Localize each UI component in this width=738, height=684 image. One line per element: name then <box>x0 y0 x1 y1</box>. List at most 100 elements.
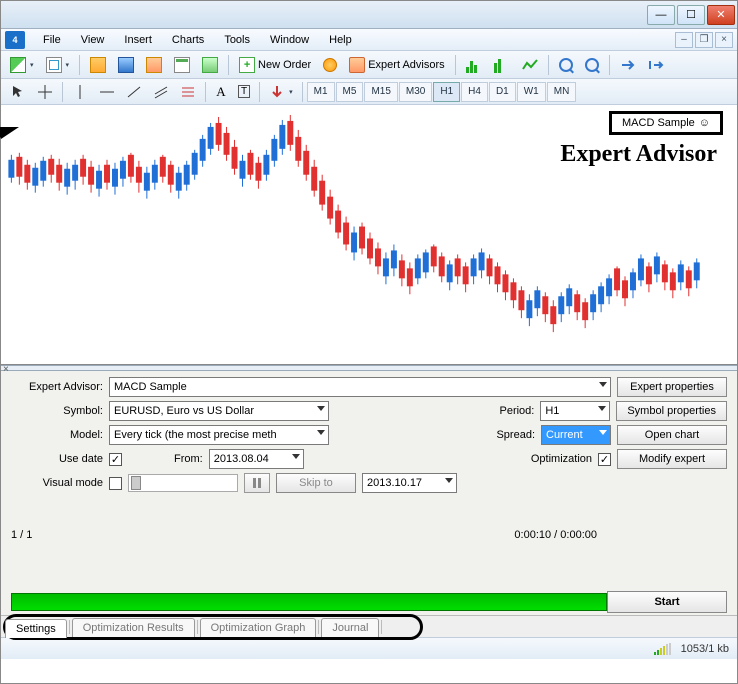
new-chart-button[interactable]: ▾ <box>5 54 39 76</box>
window-maximize-button[interactable]: ☐ <box>677 5 705 25</box>
tester-close-button[interactable]: × <box>3 364 9 375</box>
start-button[interactable]: Start <box>607 591 727 613</box>
tab-settings[interactable]: Settings <box>5 619 67 638</box>
tab-optimization-results[interactable]: Optimization Results <box>72 618 195 637</box>
vline-tool[interactable] <box>67 81 93 103</box>
marketwatch-button[interactable] <box>85 54 111 76</box>
checkbox-visual-mode[interactable] <box>109 477 122 490</box>
strategy-tester-panel: Expert Advisor: MACD Sample Expert prope… <box>1 371 737 615</box>
menu-insert[interactable]: Insert <box>114 31 162 49</box>
select-spread[interactable]: Current <box>541 425 611 445</box>
main-toolbar: ▾ ▾ New Order Expert Advisors <box>1 51 737 79</box>
tf-h1[interactable]: H1 <box>433 82 460 102</box>
tf-h4[interactable]: H4 <box>461 82 488 102</box>
progress-bar <box>11 593 607 611</box>
select-period[interactable]: H1 <box>540 401 610 421</box>
select-symbol[interactable]: EURUSD, Euro vs US Dollar <box>109 401 329 421</box>
symbol-properties-button[interactable]: Symbol properties <box>616 401 727 421</box>
select-model[interactable]: Every tick (the most precise meth <box>109 425 329 445</box>
menu-file[interactable]: File <box>33 31 71 49</box>
panel-splitter[interactable]: × <box>1 365 737 371</box>
annotation-label: Expert Advisor <box>560 141 717 168</box>
tf-m30[interactable]: M30 <box>399 82 432 102</box>
modify-expert-button[interactable]: Modify expert <box>617 449 727 469</box>
checkbox-use-date[interactable]: ✓ <box>109 453 122 466</box>
bars-chart-button[interactable] <box>461 54 487 76</box>
open-chart-button[interactable]: Open chart <box>617 425 727 445</box>
status-bar: 1053/1 kb <box>1 637 737 659</box>
checkbox-optimization[interactable]: ✓ <box>598 453 611 466</box>
tf-w1[interactable]: W1 <box>517 82 546 102</box>
menu-view[interactable]: View <box>71 31 115 49</box>
fibo-tool[interactable] <box>175 81 201 103</box>
trendline-tool[interactable] <box>121 81 147 103</box>
crosshair-tool[interactable] <box>32 81 58 103</box>
zoom-in-button[interactable] <box>554 54 578 76</box>
autoscroll-button[interactable] <box>615 54 641 76</box>
mdi-close-button[interactable]: × <box>715 32 733 48</box>
label-symbol: Symbol: <box>11 405 103 417</box>
mdi-restore-button[interactable]: ❐ <box>695 32 713 48</box>
metaquotes-icon <box>323 58 337 72</box>
label-spread: Spread: <box>485 429 535 441</box>
date-to[interactable]: 2013.10.17 <box>362 473 457 493</box>
zoom-out-button[interactable] <box>580 54 604 76</box>
traffic-label: 1053/1 kb <box>681 643 729 655</box>
date-from[interactable]: 2013.08.04 <box>209 449 304 469</box>
new-order-button[interactable]: New Order <box>234 54 316 76</box>
line-chart-button[interactable] <box>517 54 543 76</box>
label-optimization: Optimization <box>531 453 592 465</box>
pause-button[interactable] <box>244 473 270 493</box>
menu-charts[interactable]: Charts <box>162 31 214 49</box>
tf-mn[interactable]: MN <box>547 82 577 102</box>
menu-tools[interactable]: Tools <box>214 31 260 49</box>
menu-help[interactable]: Help <box>319 31 362 49</box>
expert-advisors-button[interactable]: Expert Advisors <box>344 54 449 76</box>
menu-bar: 4 File View Insert Charts Tools Window H… <box>1 29 737 51</box>
skipto-button[interactable]: Skip to <box>276 473 356 493</box>
chartshift-button[interactable] <box>643 54 669 76</box>
label-model: Model: <box>11 429 103 441</box>
smiley-icon: ☺ <box>699 117 710 129</box>
label-from: From: <box>174 453 203 465</box>
price-chart[interactable]: MACD Sample ☺ Expert Advisor <box>1 105 737 365</box>
expert-advisors-label: Expert Advisors <box>368 59 444 71</box>
select-expert-advisor[interactable]: MACD Sample <box>109 377 611 397</box>
candles-chart-button[interactable] <box>489 54 515 76</box>
tab-journal[interactable]: Journal <box>321 618 379 637</box>
label-visual-mode: Visual mode <box>11 477 103 489</box>
tf-d1[interactable]: D1 <box>489 82 516 102</box>
ea-icon <box>349 57 365 73</box>
metaquotes-button[interactable] <box>318 54 342 76</box>
label-use-date: Use date <box>11 453 103 465</box>
zoom-in-icon <box>559 58 573 72</box>
menu-window[interactable]: Window <box>260 31 319 49</box>
window-minimize-button[interactable]: — <box>647 5 675 25</box>
channel-tool[interactable] <box>148 81 174 103</box>
tf-m5[interactable]: M5 <box>336 82 364 102</box>
speed-slider[interactable] <box>128 474 238 492</box>
datawindow-button[interactable] <box>113 54 139 76</box>
tester-button[interactable] <box>197 54 223 76</box>
mdi-minimize-button[interactable]: – <box>675 32 693 48</box>
arrows-tool[interactable]: ▾ <box>264 81 298 103</box>
tf-m1[interactable]: M1 <box>307 82 335 102</box>
tester-tabs: Settings Optimization Results Optimizati… <box>1 615 737 637</box>
label-period: Period: <box>484 405 534 417</box>
textlabel-tool[interactable]: T <box>233 81 255 103</box>
cursor-tool[interactable] <box>5 81 31 103</box>
profiles-button[interactable]: ▾ <box>41 54 75 76</box>
drawing-toolbar: A T ▾ M1 M5 M15 M30 H1 H4 D1 W1 MN <box>1 79 737 105</box>
progress-count: 1 / 1 <box>11 529 32 541</box>
window-close-button[interactable]: ✕ <box>707 5 735 25</box>
terminal-button[interactable] <box>169 54 195 76</box>
text-tool[interactable]: A <box>210 81 232 103</box>
zoom-out-icon <box>585 58 599 72</box>
progress-time: 0:00:10 / 0:00:00 <box>514 529 597 541</box>
connection-signal-icon <box>654 643 671 655</box>
tf-m15[interactable]: M15 <box>364 82 397 102</box>
navigator-button[interactable] <box>141 54 167 76</box>
tab-optimization-graph[interactable]: Optimization Graph <box>200 618 317 637</box>
hline-tool[interactable] <box>94 81 120 103</box>
window-titlebar: — ☐ ✕ <box>1 1 737 29</box>
